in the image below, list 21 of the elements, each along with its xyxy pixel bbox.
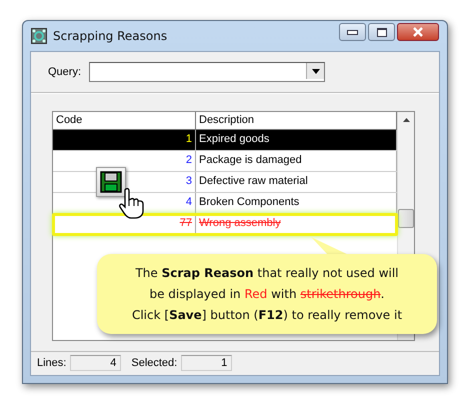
scrollbar-thumb[interactable] <box>398 209 414 228</box>
lines-label: Lines: <box>37 357 66 369</box>
window-title: Scrapping Reasons <box>53 29 168 43</box>
close-icon <box>412 27 424 37</box>
selected-count: 1 <box>181 355 232 371</box>
lines-count: 4 <box>70 355 122 371</box>
column-header[interactable]: Description <box>196 112 397 130</box>
maximize-button[interactable] <box>368 23 395 41</box>
minimize-button[interactable] <box>339 23 366 41</box>
description-cell: Wrong assembly <box>196 214 397 234</box>
save-button[interactable] <box>96 167 126 197</box>
dropdown-arrow-icon <box>312 68 320 74</box>
selected-label: Selected: <box>131 357 178 369</box>
app-icon <box>31 28 47 44</box>
callout-text: The Scrap Reason that really not used will be displayed in Red with strikethrough. Click [Save] button (F12) to really remove it <box>132 264 402 324</box>
code-cell: 1 <box>53 130 196 150</box>
close-button[interactable] <box>397 23 439 41</box>
query-dropdown[interactable] <box>89 62 326 82</box>
column-header[interactable]: Code <box>53 112 196 130</box>
query-label: Query: <box>48 66 82 78</box>
scroll-up-arrow-icon[interactable] <box>402 118 410 122</box>
